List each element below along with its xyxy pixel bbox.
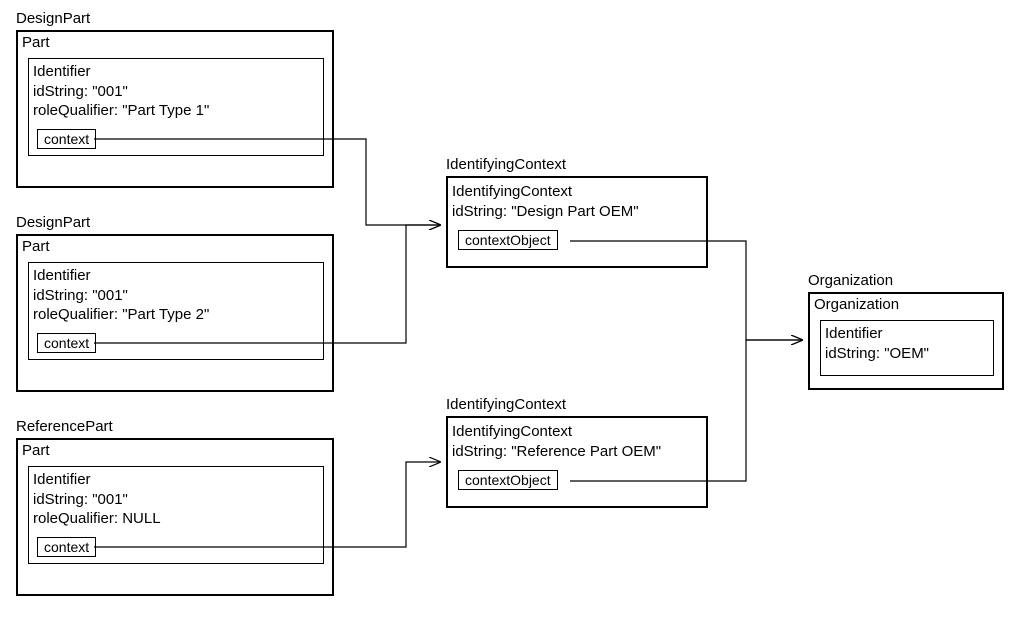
reference-part-context-tag: context	[37, 537, 96, 557]
design-part-2-label: DesignPart	[16, 214, 90, 231]
design-part-2-identifier-title: Identifier	[29, 263, 323, 286]
design-part-1-context-tag: context	[37, 129, 96, 149]
identifying-context-2-tag: contextObject	[458, 470, 558, 490]
design-part-1-label: DesignPart	[16, 10, 90, 27]
design-part-2-context-tag: context	[37, 333, 96, 353]
organization-identifier-title: Identifier	[821, 321, 993, 344]
reference-part-rolequalifier: roleQualifier: NULL	[29, 509, 323, 529]
identifying-context-2-idstring: idString: "Reference Part OEM"	[448, 442, 706, 462]
organization-title: Organization	[810, 294, 1002, 313]
design-part-2-rolequalifier: roleQualifier: "Part Type 2"	[29, 305, 323, 325]
reference-part-identifier-title: Identifier	[29, 467, 323, 490]
organization-box: Organization Identifier idString: "OEM"	[808, 292, 1004, 390]
design-part-2-identifier-box: Identifier idString: "001" roleQualifier…	[28, 262, 324, 360]
identifying-context-1-tag: contextObject	[458, 230, 558, 250]
design-part-2-box: Part Identifier idString: "001" roleQual…	[16, 234, 334, 392]
identifying-context-2-label: IdentifyingContext	[446, 396, 566, 413]
identifying-context-1-idstring: idString: "Design Part OEM"	[448, 202, 706, 222]
identifying-context-1-box: IdentifyingContext idString: "Design Par…	[446, 176, 708, 268]
reference-part-box: Part Identifier idString: "001" roleQual…	[16, 438, 334, 596]
organization-identifier-box: Identifier idString: "OEM"	[820, 320, 994, 376]
reference-part-label: ReferencePart	[16, 418, 113, 435]
identifying-context-1-title: IdentifyingContext	[448, 178, 706, 202]
design-part-2-idstring: idString: "001"	[29, 286, 323, 306]
reference-part-identifier-box: Identifier idString: "001" roleQualifier…	[28, 466, 324, 564]
design-part-1-part-title: Part	[18, 32, 332, 51]
design-part-1-box: Part Identifier idString: "001" roleQual…	[16, 30, 334, 188]
reference-part-part-title: Part	[18, 440, 332, 459]
organization-idstring: idString: "OEM"	[821, 344, 993, 364]
identifying-context-1-label: IdentifyingContext	[446, 156, 566, 173]
design-part-1-identifier-title: Identifier	[29, 59, 323, 82]
organization-label: Organization	[808, 272, 893, 289]
identifying-context-2-title: IdentifyingContext	[448, 418, 706, 442]
design-part-1-rolequalifier: roleQualifier: "Part Type 1"	[29, 101, 323, 121]
design-part-1-identifier-box: Identifier idString: "001" roleQualifier…	[28, 58, 324, 156]
identifying-context-2-box: IdentifyingContext idString: "Reference …	[446, 416, 708, 508]
reference-part-idstring: idString: "001"	[29, 490, 323, 510]
design-part-2-part-title: Part	[18, 236, 332, 255]
design-part-1-idstring: idString: "001"	[29, 82, 323, 102]
